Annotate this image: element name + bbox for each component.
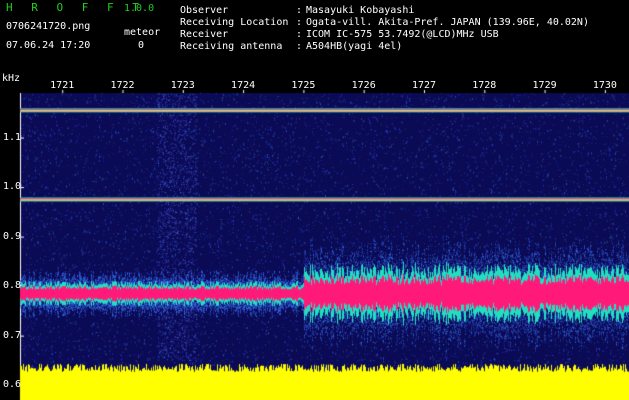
x-tick-label: 1726	[351, 80, 376, 91]
x-tick-label: 1724	[231, 80, 256, 91]
receiver-key: Receiver	[180, 29, 229, 40]
y-tick-label: 0.6	[3, 379, 22, 391]
x-tick-label: 1727	[411, 80, 437, 91]
filename-label: 0706241720.png	[6, 21, 91, 32]
antenna-value: A504HB(yagi 4el)	[306, 41, 403, 52]
y-tick-label: 1.1	[3, 131, 22, 143]
observer-colon: :	[296, 5, 303, 16]
y-tick-label: 1.0	[3, 181, 22, 193]
spectrogram-canvas	[0, 0, 629, 400]
mode-label: meteor	[124, 27, 161, 38]
datetime-label: 07.06.24 17:20	[6, 40, 91, 51]
location-value: Ogata-vill. Akita-Pref. JAPAN (139.96E, …	[306, 17, 589, 28]
y-tick-label: 0.7	[3, 329, 22, 341]
x-tick-label: 1728	[472, 80, 497, 91]
y-axis-unit: kHz	[2, 73, 21, 84]
location-key: Receiving Location	[180, 17, 289, 28]
x-tick-label: 1722	[110, 80, 135, 91]
receiver-value: ICOM IC-575 53.7492(@LCD)MHz USB	[306, 29, 499, 40]
receiver-colon: :	[296, 29, 303, 40]
x-tick-label: 1730	[592, 80, 617, 91]
x-tick-label: 1729	[532, 80, 557, 91]
antenna-colon: :	[296, 41, 303, 52]
y-tick-label: 0.8	[3, 280, 22, 292]
observer-key: Observer	[180, 5, 229, 16]
app-version: 1.0.0	[124, 3, 155, 14]
x-tick-label: 1723	[170, 80, 195, 91]
antenna-key: Receiving antenna	[180, 41, 283, 52]
observer-value: Masayuki Kobayashi	[306, 5, 415, 16]
count-label: 0	[138, 40, 145, 51]
x-tick-label: 1725	[291, 80, 316, 91]
x-tick-label: 1721	[50, 80, 75, 91]
location-colon: :	[296, 17, 303, 28]
y-tick-label: 0.9	[3, 230, 22, 242]
